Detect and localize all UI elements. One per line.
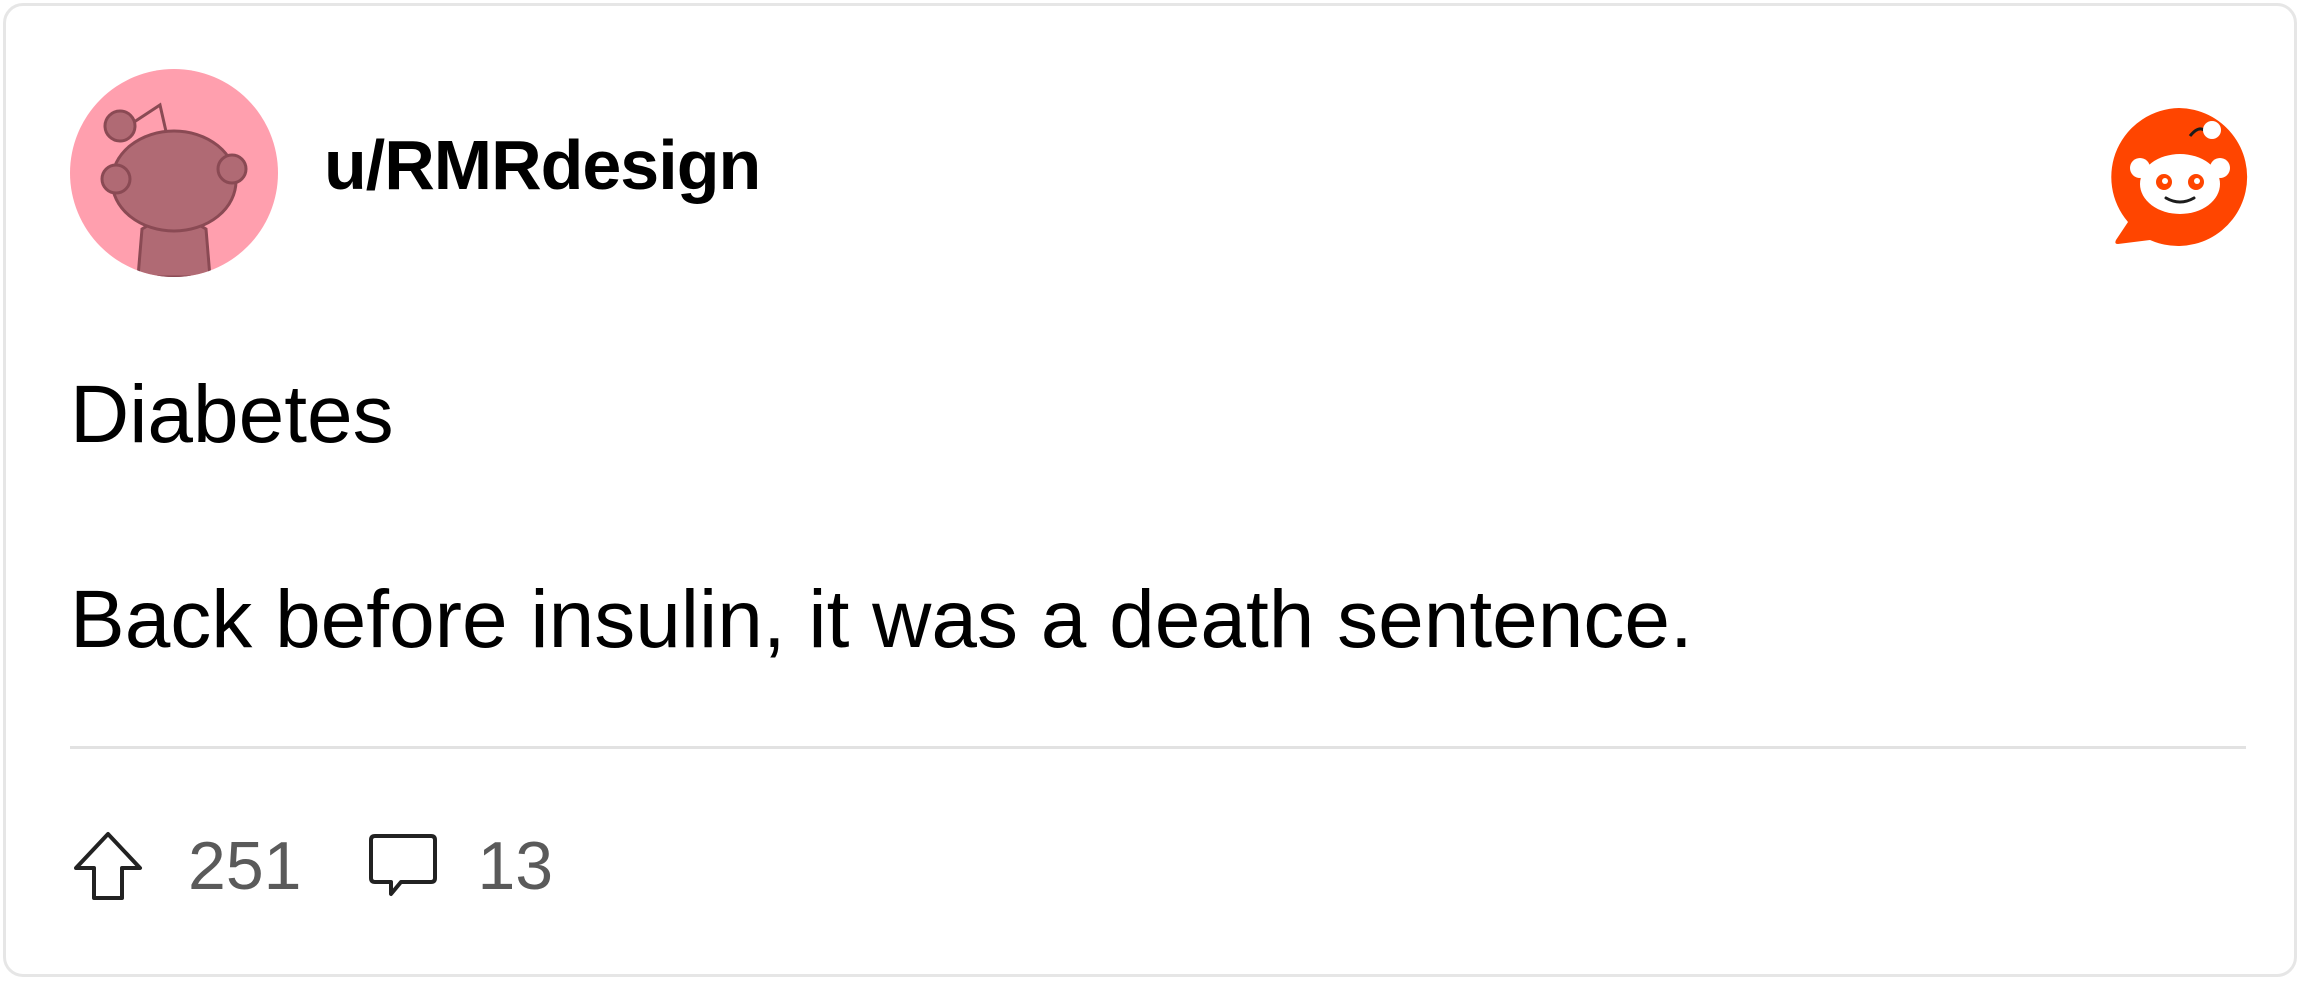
username[interactable]: u/RMRdesign <box>324 130 761 200</box>
comments-button[interactable]: 13 <box>365 828 553 904</box>
post-card[interactable]: u/RMRdesign Diabetes Back before insulin… <box>3 3 2297 977</box>
upvote-button[interactable]: 251 <box>70 828 301 904</box>
upvote-arrow-icon <box>70 828 146 904</box>
upvote-count: 251 <box>188 828 302 904</box>
divider <box>70 746 2246 749</box>
snoo-avatar-icon <box>100 102 248 277</box>
post-title[interactable]: Diabetes <box>70 374 394 456</box>
reddit-logo-icon[interactable] <box>2104 102 2254 252</box>
post-body-text: Back before insulin, it was a death sent… <box>70 574 1693 665</box>
comment-count: 13 <box>477 828 554 904</box>
comment-bubble-icon <box>365 828 441 904</box>
avatar[interactable] <box>70 69 278 277</box>
post-footer: 251 13 <box>70 826 553 906</box>
